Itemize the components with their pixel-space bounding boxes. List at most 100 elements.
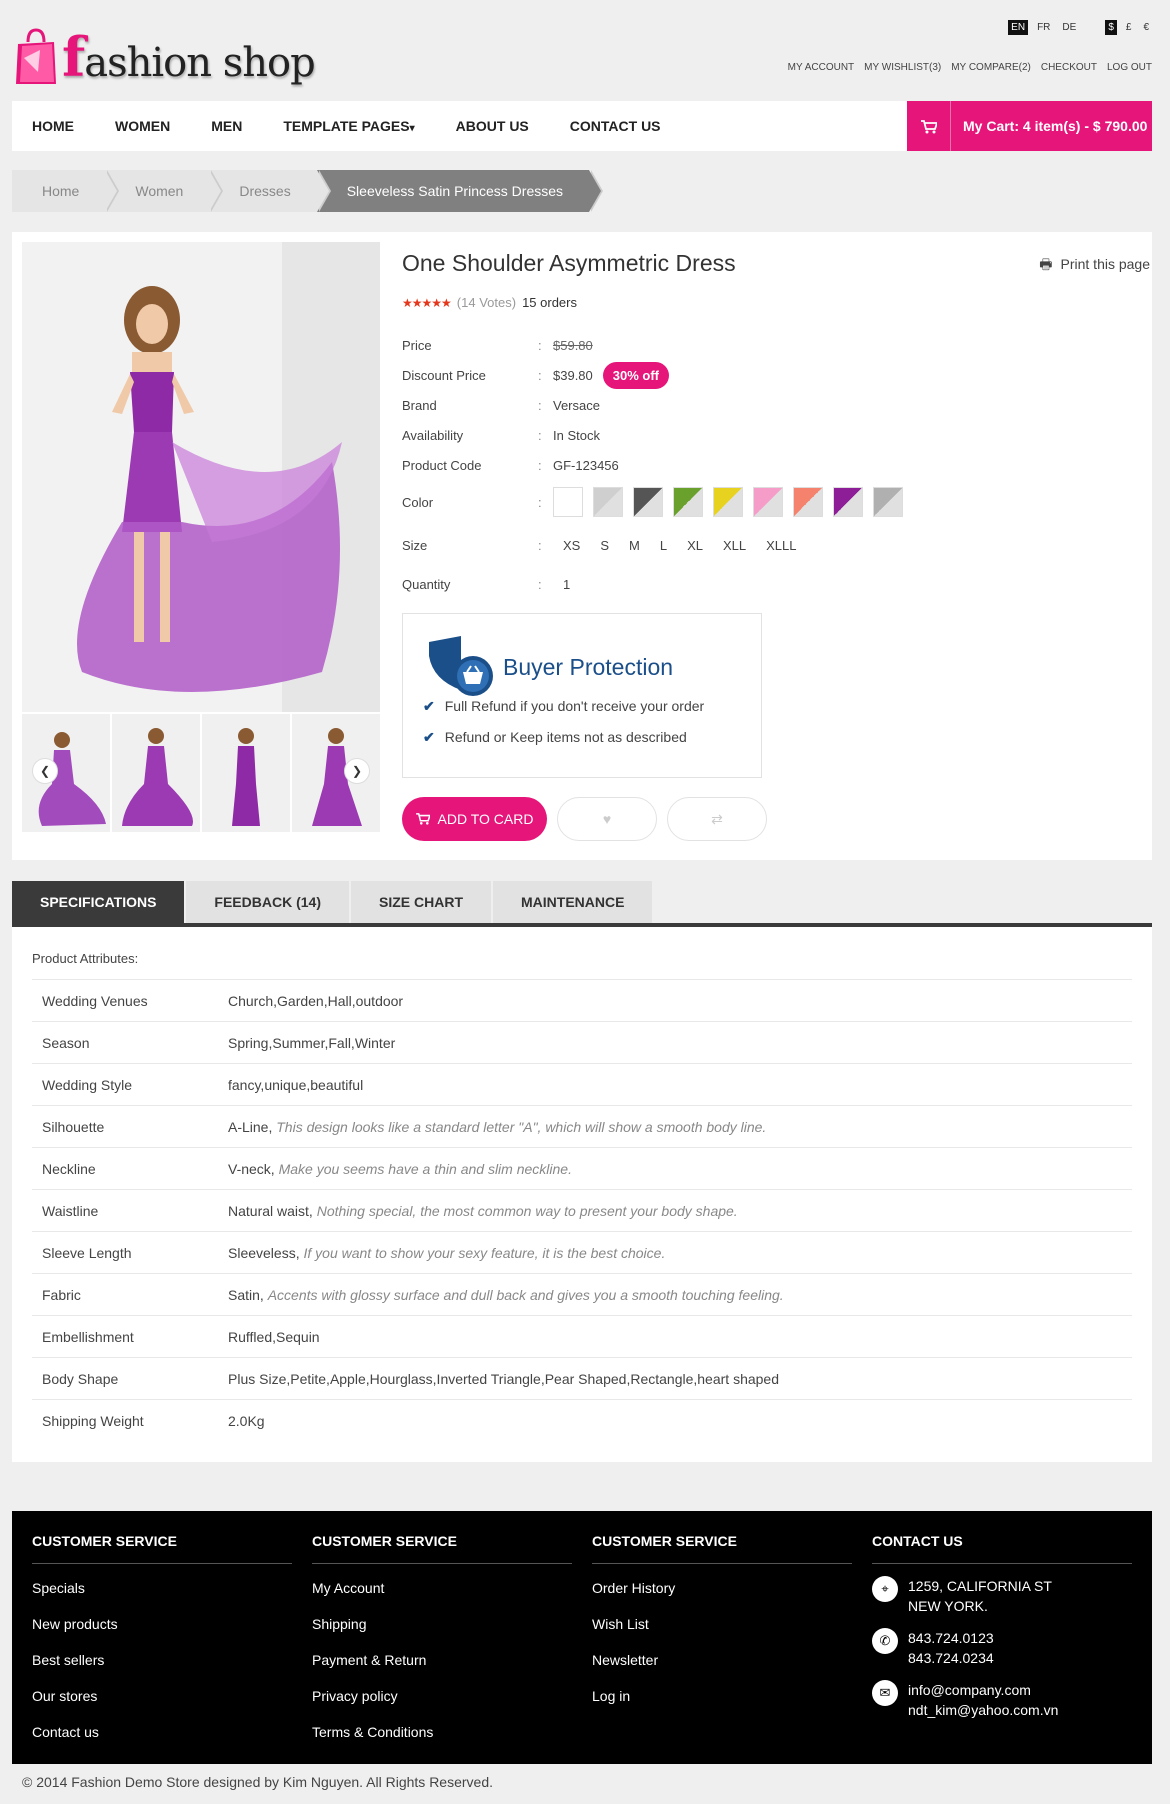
breadcrumb-dresses[interactable]: Dresses xyxy=(209,170,332,212)
breadcrumb-home[interactable]: Home xyxy=(12,170,120,212)
color-swatch[interactable] xyxy=(793,487,823,517)
size-xlll[interactable]: XLLL xyxy=(766,538,796,553)
contact-phone: ✆ 843.724.0123 843.724.0234 xyxy=(872,1628,1132,1668)
breadcrumb-women[interactable]: Women xyxy=(105,170,224,212)
currency-eur[interactable]: € xyxy=(1140,20,1152,35)
spec-row: Fabric Satin, Accents with glossy surface… xyxy=(32,1273,1132,1315)
footer-link-my-account[interactable]: My Account xyxy=(312,1576,572,1612)
size-l[interactable]: L xyxy=(660,538,667,553)
cart-button[interactable]: My Cart: 4 item(s) - $ 790.00 xyxy=(907,101,1152,151)
footer-link-privacy[interactable]: Privacy policy xyxy=(312,1684,572,1720)
nav-contact-us[interactable]: CONTACT US xyxy=(570,118,661,134)
footer-link-best-sellers[interactable]: Best sellers xyxy=(32,1648,292,1684)
spec-note: Nothing special, the most common way to … xyxy=(316,1202,738,1219)
color-swatch[interactable] xyxy=(673,487,703,517)
compare-button[interactable]: ⇄ xyxy=(667,797,767,841)
add-to-cart-button[interactable]: ADD TO CARD xyxy=(402,797,547,841)
tab-specifications[interactable]: SPECIFICATIONS xyxy=(12,881,185,923)
footer-link-shipping[interactable]: Shipping xyxy=(312,1612,572,1648)
site-logo[interactable]: fashion shop xyxy=(14,22,316,92)
nav-home[interactable]: HOME xyxy=(32,118,74,134)
email-1[interactable]: info@company.com xyxy=(908,1680,1058,1700)
spec-key: Wedding Style xyxy=(42,1076,133,1093)
size-m[interactable]: M xyxy=(629,538,640,553)
phone-1[interactable]: 843.724.0123 xyxy=(908,1628,994,1648)
lang-de[interactable]: DE xyxy=(1059,20,1079,35)
tab-maintenance[interactable]: MAINTENANCE xyxy=(493,881,653,923)
footer-link-specials[interactable]: Specials xyxy=(32,1576,292,1612)
thumbnail-2[interactable] xyxy=(112,714,200,832)
size-xll[interactable]: XLL xyxy=(723,538,746,553)
logout-link[interactable]: LOG OUT xyxy=(1107,62,1152,73)
discount-price: $39.80 xyxy=(553,367,593,383)
wishlist-button[interactable]: ♥ xyxy=(557,797,657,841)
nav-women[interactable]: WOMEN xyxy=(115,118,170,134)
currency-usd[interactable]: $ xyxy=(1105,20,1117,35)
checkout-link[interactable]: CHECKOUT xyxy=(1041,62,1097,73)
footer-link-new-products[interactable]: New products xyxy=(32,1612,292,1648)
color-swatch[interactable] xyxy=(593,487,623,517)
my-account-link[interactable]: MY ACCOUNT xyxy=(788,62,855,73)
nav-about-us[interactable]: ABOUT US xyxy=(456,118,529,134)
footer-link-order-history[interactable]: Order History xyxy=(592,1576,852,1612)
footer-link-our-stores[interactable]: Our stores xyxy=(32,1684,292,1720)
address-line-2: NEW YORK. xyxy=(908,1598,988,1614)
cart-icon xyxy=(907,101,951,151)
size-xs[interactable]: XS xyxy=(563,538,580,553)
add-to-cart-label: ADD TO CARD xyxy=(437,811,534,827)
lang-fr[interactable]: FR xyxy=(1034,20,1053,35)
footer-col-1-title: CUSTOMER SERVICE xyxy=(32,1533,292,1564)
buyer-protection-box: Buyer Protection ✔ Full Refund if you don… xyxy=(402,613,762,778)
tab-feedback[interactable]: FEEDBACK (14) xyxy=(186,881,349,923)
thumbnail-3[interactable] xyxy=(202,714,290,832)
email-2[interactable]: ndt_kim@yahoo.com.vn xyxy=(908,1700,1058,1720)
next-thumbnail-button[interactable]: ❯ xyxy=(344,758,370,784)
thumbnail-4[interactable]: ❯ xyxy=(292,714,380,832)
spec-row: Embellishment Ruffled,Sequin xyxy=(32,1315,1132,1357)
my-wishlist-link[interactable]: MY WISHLIST(3) xyxy=(864,62,941,73)
color-swatch[interactable] xyxy=(713,487,743,517)
tab-size-chart[interactable]: SIZE CHART xyxy=(351,881,491,923)
size-xl[interactable]: XL xyxy=(687,538,703,553)
footer-contact: CONTACT US ⌖ 1259, CALIFORNIA ST NEW YORK… xyxy=(872,1533,1132,1732)
size-s[interactable]: S xyxy=(600,538,609,553)
spec-value: Church,Garden,Hall,outdoor xyxy=(228,993,403,1009)
spec-row: Waistline Natural waist, Nothing special,… xyxy=(32,1189,1132,1231)
spec-note: If you want to show your sexy feature, i… xyxy=(303,1244,666,1261)
color-swatch[interactable] xyxy=(553,487,583,517)
protection-item-1: ✔ Full Refund if you don't receive your o… xyxy=(423,698,704,715)
color-swatch[interactable] xyxy=(633,487,663,517)
color-swatch[interactable] xyxy=(753,487,783,517)
color-swatch[interactable] xyxy=(833,487,863,517)
thumbnail-1[interactable]: ❮ xyxy=(22,714,110,832)
breadcrumb-current: Sleeveless Satin Princess Dresses xyxy=(316,170,604,212)
brand-separator: : xyxy=(538,397,542,413)
rating-stars-icon[interactable]: ★★★★★ xyxy=(402,296,452,310)
footer-link-payment-return[interactable]: Payment & Return xyxy=(312,1648,572,1684)
location-pin-icon: ⌖ xyxy=(872,1576,898,1602)
prev-thumbnail-button[interactable]: ❮ xyxy=(32,758,58,784)
currency-gbp[interactable]: £ xyxy=(1123,20,1135,35)
nav-men[interactable]: MEN xyxy=(211,118,242,134)
footer-link-log-in[interactable]: Log in xyxy=(592,1684,852,1720)
color-separator: : xyxy=(538,494,542,510)
nav-template-pages[interactable]: TEMPLATE PAGES▾ xyxy=(283,118,414,134)
footer-link-contact-us[interactable]: Contact us xyxy=(32,1720,292,1756)
footer-col-2-title: CUSTOMER SERVICE xyxy=(312,1533,572,1564)
code-separator: : xyxy=(538,457,542,473)
my-compare-link[interactable]: MY COMPARE(2) xyxy=(951,62,1031,73)
spec-key: Fabric xyxy=(42,1286,81,1303)
phone-2[interactable]: 843.724.0234 xyxy=(908,1648,994,1668)
footer-link-terms[interactable]: Terms & Conditions xyxy=(312,1720,572,1756)
quantity-input[interactable]: 1 xyxy=(553,577,570,592)
footer-link-newsletter[interactable]: Newsletter xyxy=(592,1648,852,1684)
check-icon: ✔ xyxy=(423,729,435,745)
print-page-link[interactable]: 🖶 Print this page xyxy=(1039,254,1150,278)
lang-en[interactable]: EN xyxy=(1008,20,1029,35)
size-separator: : xyxy=(538,537,542,553)
product-main-image[interactable] xyxy=(22,242,380,712)
phone-icon: ✆ xyxy=(872,1628,898,1654)
spec-value-text: fancy,unique,beautiful xyxy=(228,1076,364,1093)
footer-link-wish-list[interactable]: Wish List xyxy=(592,1612,852,1648)
color-swatch[interactable] xyxy=(873,487,903,517)
